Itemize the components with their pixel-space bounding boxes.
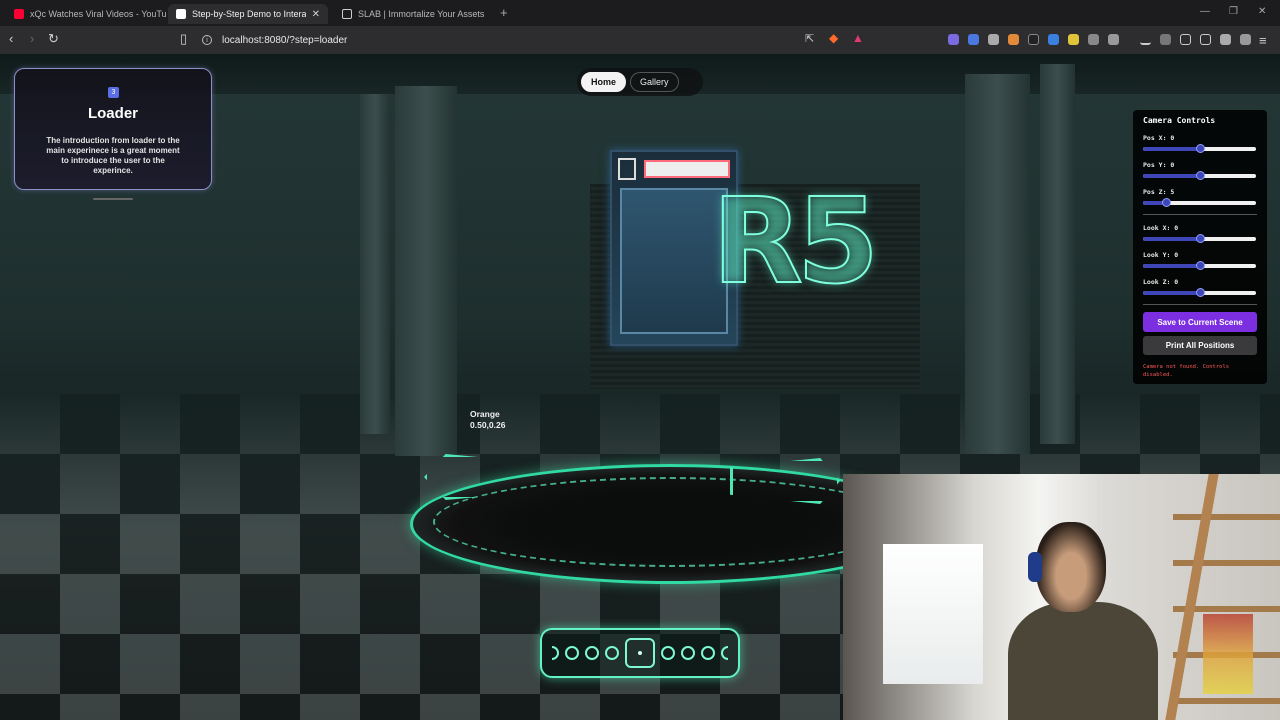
card-title: Loader <box>87 105 138 122</box>
slider-label: Pos Y: 0 <box>1143 161 1175 169</box>
headphones-icon <box>1028 552 1042 582</box>
forward-icon[interactable]: › <box>30 31 34 46</box>
new-tab-button[interactable]: + <box>500 5 508 20</box>
look-y-slider-row: Look Y: 0 <box>1143 251 1257 270</box>
step-navigator <box>540 628 740 678</box>
wallet-icon[interactable] <box>1200 34 1211 45</box>
camera-controls-panel: Camera Controls Pos X: 0 Pos Y: 0 Pos Z:… <box>1133 110 1267 384</box>
step-dot[interactable] <box>661 646 675 660</box>
step-dot[interactable] <box>681 646 695 660</box>
pillar <box>965 74 1030 454</box>
window-light <box>883 544 983 684</box>
tab-slab[interactable]: SLAB | Immortalize Your Assets <box>334 4 494 24</box>
browser-tab-bar: xQc Watches Viral Videos - YouTube Step-… <box>0 0 1280 26</box>
step-info-card: 3 Loader The introduction from loader to… <box>14 68 212 190</box>
extensions-puzzle-icon[interactable] <box>1088 34 1099 45</box>
youtube-icon <box>14 9 24 19</box>
look-y-slider[interactable] <box>1143 261 1256 270</box>
step-dot-edge <box>552 646 559 660</box>
streamer <box>1008 522 1168 720</box>
reload-icon[interactable]: ↻ <box>48 31 59 47</box>
camera-extension-icon[interactable] <box>988 34 999 45</box>
menu-icon[interactable]: ≡ <box>1259 33 1267 48</box>
slider-label: Look Z: 0 <box>1143 278 1179 286</box>
card-description: The introduction from loader to the main… <box>46 136 180 175</box>
url-text: localhost:8080/?step=loader <box>222 34 348 46</box>
extension-icon[interactable] <box>948 34 959 45</box>
tab-label: Step-by-Step Demo to Interactive <box>192 9 306 19</box>
r5-neon-logo: R5 <box>711 171 880 311</box>
pillar <box>360 94 390 434</box>
print-positions-button[interactable]: Print All Positions <box>1143 336 1257 355</box>
step-badge: 3 <box>108 87 119 98</box>
panel-title: Camera Controls <box>1143 116 1216 125</box>
slider-label: Pos Z: 5 <box>1143 188 1175 196</box>
sidebar-icon[interactable] <box>1180 34 1191 45</box>
pos-x-slider[interactable] <box>1143 144 1256 153</box>
pillar <box>1040 64 1075 444</box>
step-dot[interactable] <box>585 646 599 660</box>
pos-x-slider-row: Pos X: 0 <box>1143 134 1257 153</box>
pos-y-slider-row: Pos Y: 0 <box>1143 161 1257 180</box>
card-divider <box>93 198 133 200</box>
close-tab-icon[interactable]: ✕ <box>312 9 320 20</box>
look-z-slider-row: Look Z: 0 <box>1143 278 1257 297</box>
back-icon[interactable]: ‹ <box>9 31 13 46</box>
bookmark-icon[interactable]: ▯ <box>180 31 187 47</box>
tab-label: xQc Watches Viral Videos - YouTube <box>30 9 166 19</box>
pos-y-slider[interactable] <box>1143 171 1256 180</box>
page-icon <box>342 9 352 19</box>
extension-icon[interactable] <box>1068 34 1079 45</box>
close-window-icon[interactable]: ✕ <box>1258 6 1266 17</box>
look-x-slider-row: Look X: 0 <box>1143 224 1257 243</box>
tab-youtube[interactable]: xQc Watches Viral Videos - YouTube <box>6 4 166 24</box>
leo-icon[interactable] <box>1220 34 1231 45</box>
pillar <box>395 86 457 456</box>
debug-label: Orange 0.50,0.26 <box>470 409 505 431</box>
download-icon[interactable] <box>1140 34 1151 45</box>
slider-label: Look X: 0 <box>1143 224 1179 232</box>
pos-z-slider[interactable] <box>1143 198 1256 207</box>
step-dot[interactable] <box>701 646 715 660</box>
debug-label-coords: 0.50,0.26 <box>470 420 506 430</box>
site-icon <box>176 9 186 19</box>
gallery-button[interactable]: Gallery <box>630 72 679 92</box>
webcam-overlay <box>843 474 1280 720</box>
top-navigation: Home Gallery <box>577 68 703 96</box>
step-dot-active[interactable] <box>625 638 655 668</box>
tab-label: SLAB | Immortalize Your Assets <box>358 9 485 19</box>
divider <box>1143 214 1257 215</box>
save-to-scene-button[interactable]: Save to Current Scene <box>1143 312 1257 332</box>
look-z-slider[interactable] <box>1143 288 1256 297</box>
site-info-icon[interactable]: i <box>202 35 212 45</box>
media-icon[interactable] <box>1160 34 1171 45</box>
minimize-icon[interactable]: — <box>1200 6 1210 17</box>
vpn-icon[interactable] <box>1240 34 1251 45</box>
extension-icon[interactable] <box>1048 34 1059 45</box>
divider <box>1143 304 1257 305</box>
address-bar[interactable]: i localhost:8080/?step=loader <box>202 30 872 50</box>
look-x-slider[interactable] <box>1143 234 1256 243</box>
step-dot[interactable] <box>605 646 619 660</box>
extension-icon[interactable] <box>1108 34 1119 45</box>
step-dot-edge <box>721 646 728 660</box>
debug-label-name: Orange <box>470 409 500 419</box>
slider-label: Look Y: 0 <box>1143 251 1179 259</box>
extension-icon[interactable] <box>968 34 979 45</box>
slider-label: Pos X: 0 <box>1143 134 1175 142</box>
tab-demo[interactable]: Step-by-Step Demo to Interactive ✕ <box>168 4 328 24</box>
extension-icon[interactable] <box>1028 34 1039 45</box>
maximize-icon[interactable]: ❐ <box>1229 6 1238 17</box>
home-button[interactable]: Home <box>581 72 627 92</box>
pos-z-slider-row: Pos Z: 5 <box>1143 188 1257 207</box>
step-dot[interactable] <box>565 646 579 660</box>
extension-icon[interactable] <box>1008 34 1019 45</box>
error-message: Camera not found. Controls disabled. <box>1143 364 1230 378</box>
